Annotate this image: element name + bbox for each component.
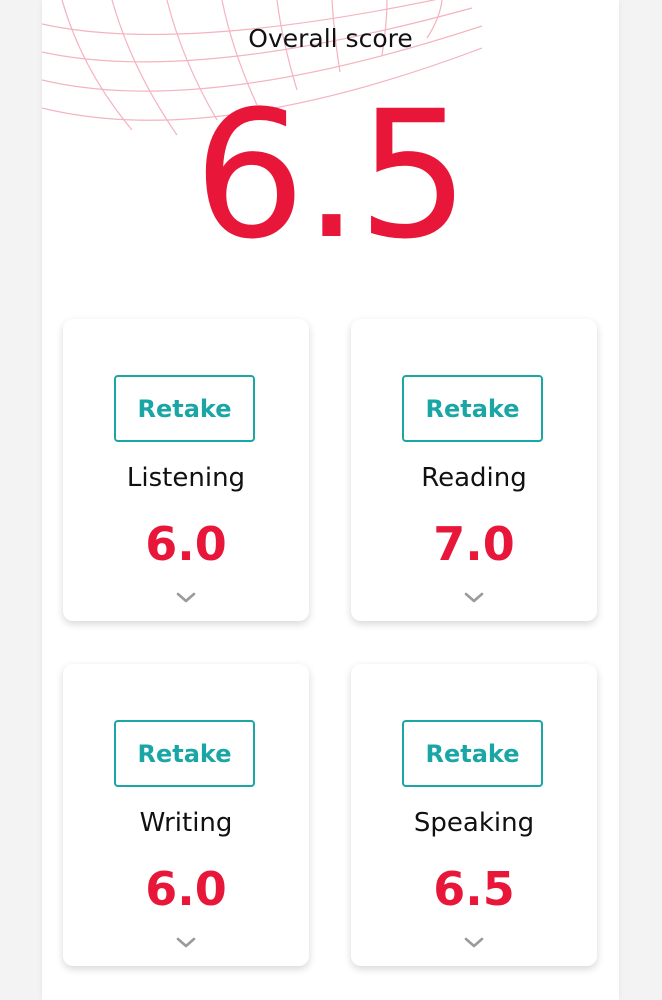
retake-button-speaking[interactable]: Retake	[402, 720, 543, 787]
chevron-down-icon[interactable]	[463, 591, 485, 605]
section-card-writing: Retake Writing 6.0	[63, 664, 309, 966]
section-label-reading: Reading	[421, 463, 527, 493]
section-card-reading: Retake Reading 7.0	[351, 319, 597, 621]
section-score-writing: 6.0	[145, 862, 227, 916]
retake-button-writing[interactable]: Retake	[114, 720, 255, 787]
section-score-speaking: 6.5	[433, 862, 515, 916]
retake-button-listening[interactable]: Retake	[114, 375, 255, 442]
overall-score-title: Overall score	[248, 24, 413, 53]
section-card-listening: Retake Listening 6.0	[63, 319, 309, 621]
chevron-down-icon[interactable]	[175, 936, 197, 950]
section-label-writing: Writing	[139, 808, 233, 838]
section-label-listening: Listening	[126, 463, 246, 493]
chevron-down-icon[interactable]	[463, 936, 485, 950]
chevron-down-icon[interactable]	[175, 591, 197, 605]
section-label-speaking: Speaking	[413, 808, 535, 838]
section-card-speaking: Retake Speaking 6.5	[351, 664, 597, 966]
section-score-listening: 6.0	[145, 517, 227, 571]
overall-score-value: 6.5	[193, 73, 470, 278]
retake-button-reading[interactable]: Retake	[402, 375, 543, 442]
section-score-reading: 7.0	[433, 517, 515, 571]
score-panel: Overall score 6.5 Retake Listening 6.0 R…	[42, 0, 619, 1000]
